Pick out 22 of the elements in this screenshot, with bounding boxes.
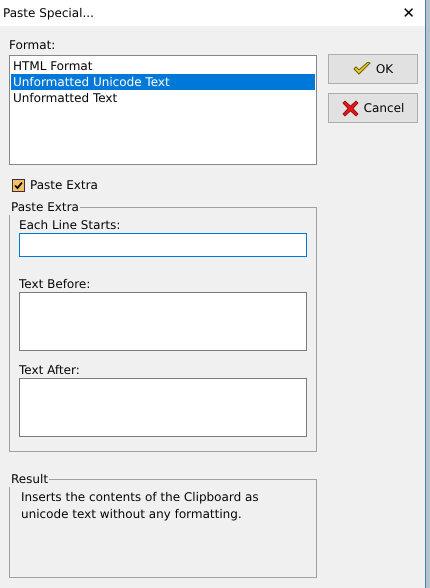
- group-title: Paste Extra: [9, 199, 80, 215]
- format-list[interactable]: HTML Format Unformatted Unicode Text Unformatted Text: [9, 55, 317, 165]
- close-button[interactable]: ✕: [402, 4, 425, 22]
- text-area[interactable]: [19, 292, 307, 351]
- field-label: Each Line Starts:: [19, 217, 122, 233]
- format-label: Format:: [9, 37, 56, 53]
- list-item[interactable]: Unformatted Text: [11, 90, 315, 106]
- checkbox[interactable]: [12, 178, 25, 192]
- list-item[interactable]: HTML Format: [11, 58, 315, 74]
- input-field[interactable]: [19, 233, 307, 257]
- group-title: Result: [9, 471, 50, 487]
- cancel-button[interactable]: Cancel: [328, 93, 418, 123]
- list-item[interactable]: Unformatted Unicode Text: [11, 74, 315, 90]
- window-title: Paste Special...: [3, 6, 94, 20]
- field-label: Text Before:: [19, 276, 92, 292]
- result-text: Inserts the contents of the Clipboard as unicode text without any formatting.: [21, 489, 260, 523]
- text-area[interactable]: [19, 378, 307, 437]
- cross-icon: [342, 100, 359, 116]
- checkbox-label: Paste Extra: [30, 178, 98, 192]
- checkmark-icon: [352, 62, 371, 76]
- ok-button[interactable]: OK: [328, 54, 418, 84]
- field-label: Text After:: [19, 362, 81, 378]
